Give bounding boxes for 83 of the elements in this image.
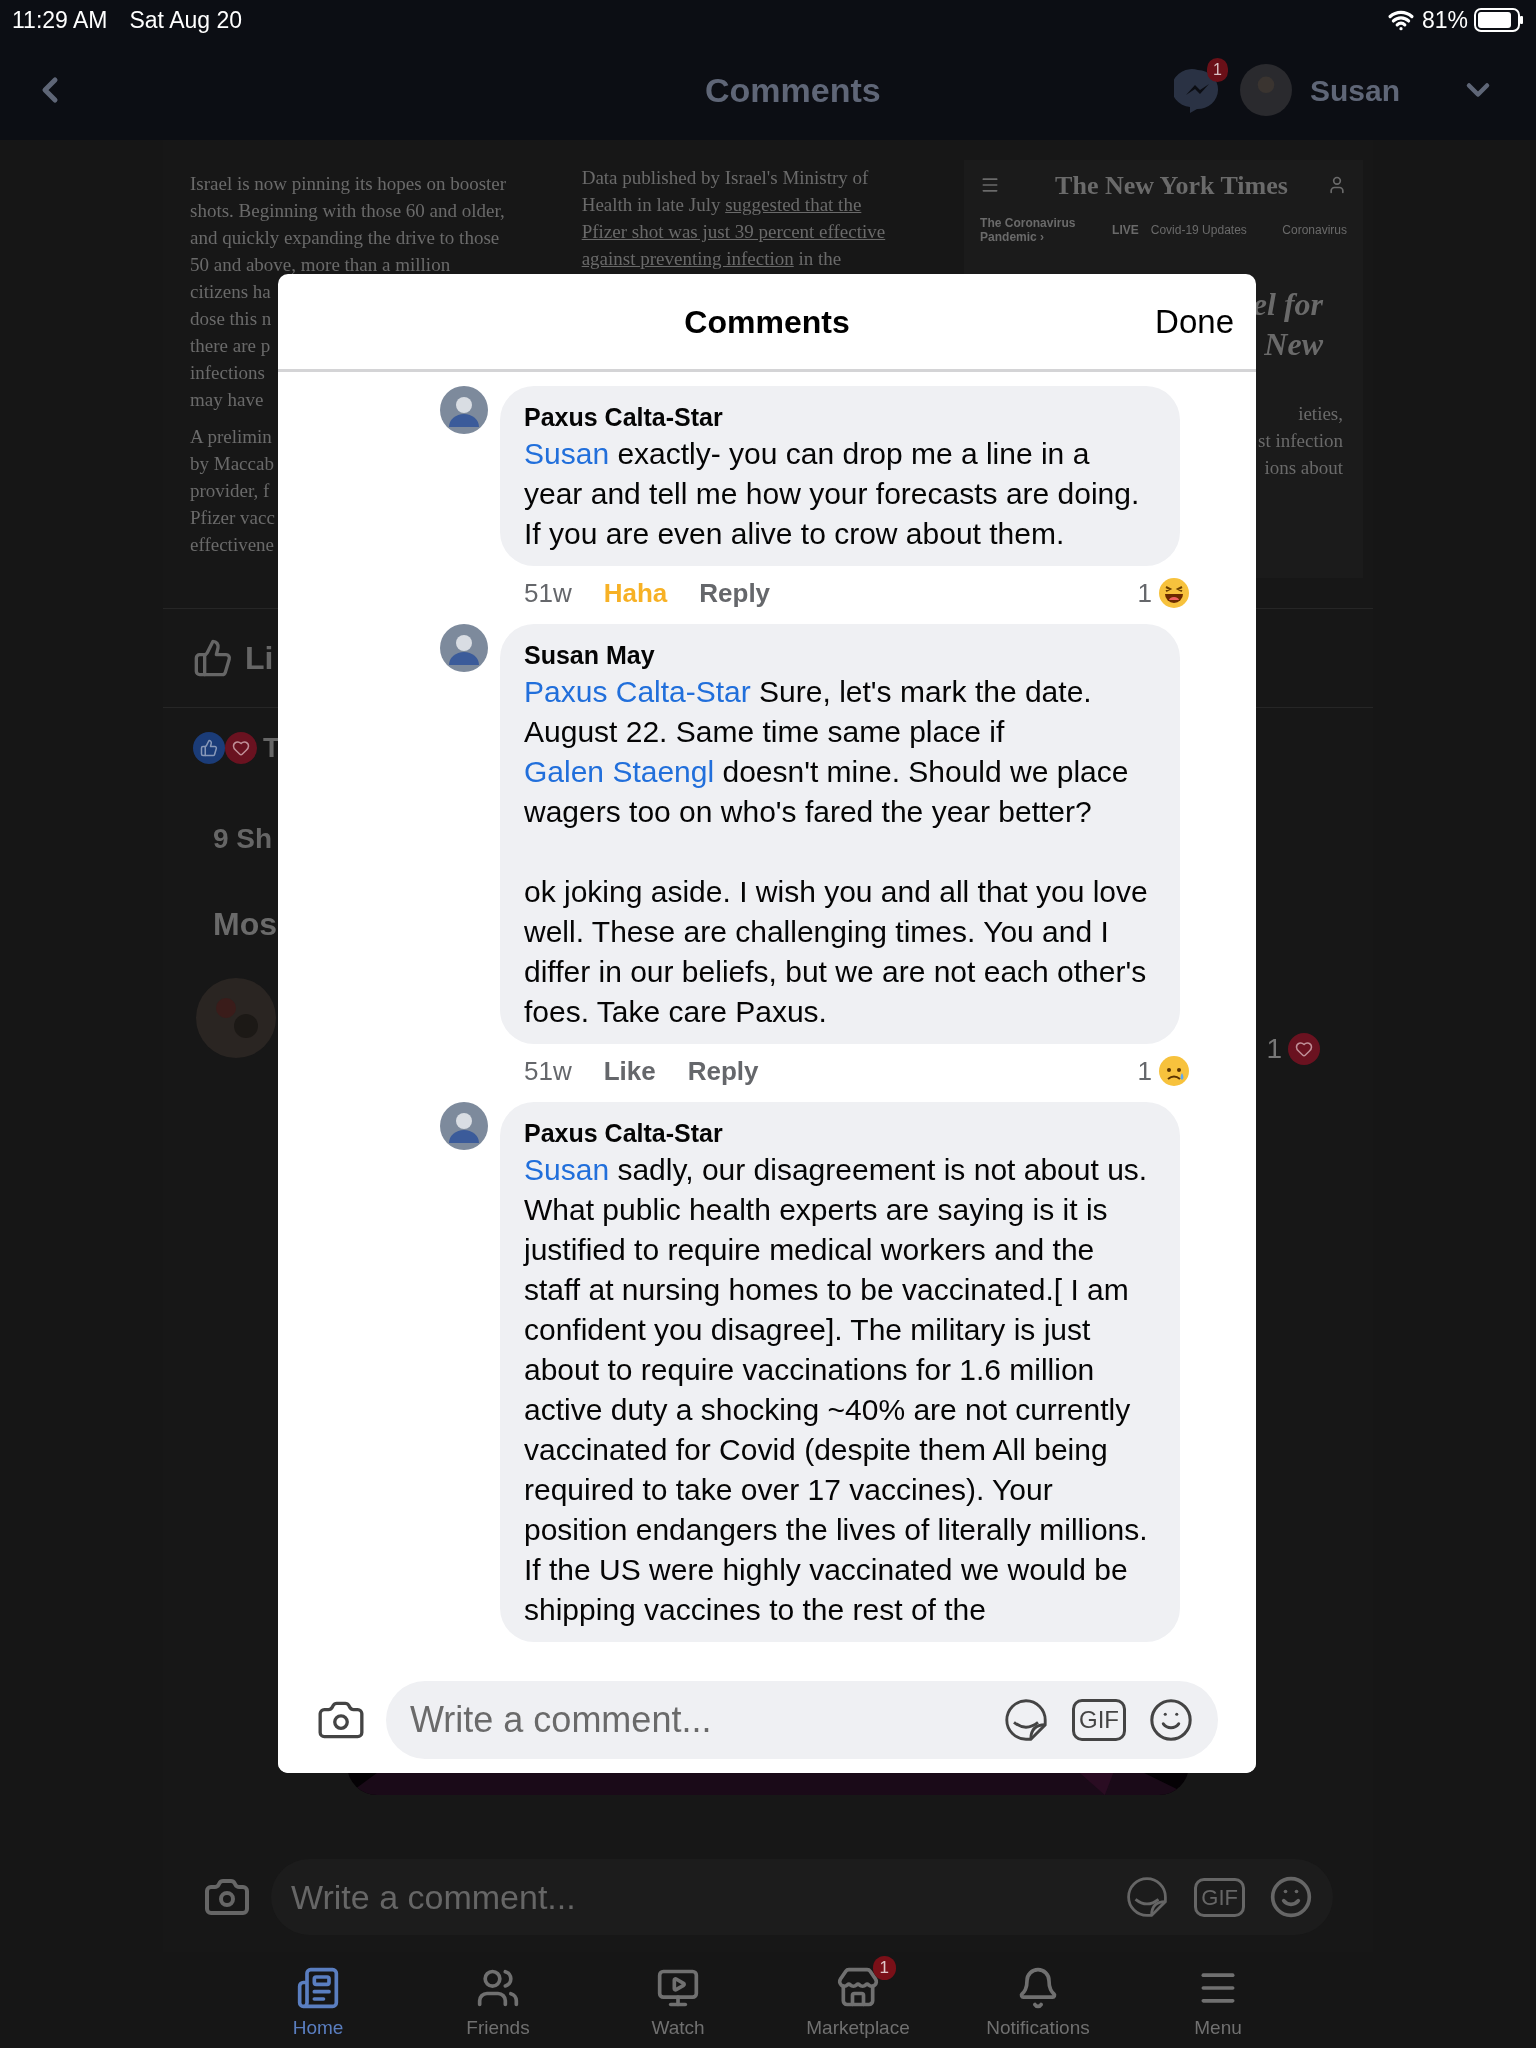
comment-age: 51w — [524, 1054, 572, 1088]
tab-bar-item[interactable]: Friends — [440, 1952, 556, 2042]
article-text: shots. Beginning with those 60 and older, — [190, 199, 505, 223]
gif-button[interactable]: GIF — [1194, 1877, 1245, 1917]
article-text: A prelimin — [190, 425, 272, 449]
comment-age: 51w — [524, 576, 572, 610]
reaction-button[interactable]: Haha — [603, 573, 668, 613]
like-action[interactable]: Li — [245, 634, 274, 682]
comment-text: ok joking aside. I wish you and all that you love well. These are challenging times. You and I differ in our beliefs, but we are not each other's foes. Take care Paxus. — [524, 874, 1149, 1030]
article-text: dose this n — [190, 307, 272, 331]
reaction-button[interactable]: Like — [603, 1051, 656, 1091]
article-text: st infection — [1258, 429, 1343, 453]
comment-text: Susan sadly, our disagreement is not about us. What public health experts are saying is it is justified to require medical workers and the staff at nursing homes to be vaccinated.[ I am confident you disagree]. The military is just about to require vaccinations for 1.6 million active duty a shocking ~40% are not currently vaccinated for Covid (despite them All being required to take over 17 vaccines). Your position endangers the lives of literally millions. If the US were highly vaccinated we would be shipping vaccines to the rest of the — [524, 1152, 1149, 1628]
battery-icon — [1474, 8, 1524, 32]
done-button[interactable]: Done — [1155, 296, 1234, 347]
mention-link[interactable]: Paxus Calta-Star — [524, 675, 751, 708]
user-icon[interactable] — [1327, 175, 1347, 195]
reaction-count: 1 — [1137, 576, 1152, 610]
like-icon[interactable] — [193, 638, 233, 678]
article-text: 50 and above, more than a million — [190, 253, 451, 277]
mention-link[interactable]: Susan — [524, 437, 610, 470]
article-text: infections — [190, 361, 265, 385]
comment-author[interactable]: Paxus Calta-Star — [524, 1116, 1156, 1150]
newspaper-logo: The New York Times — [1055, 171, 1288, 199]
live-label: LIVE — [1112, 221, 1139, 239]
section-heading: Mos — [213, 905, 277, 944]
article-text: ieties, — [1298, 402, 1343, 426]
reply-button[interactable]: Reply — [687, 1051, 759, 1091]
article-text: Health in late July — [581, 193, 722, 217]
article-text: may have — [190, 388, 264, 412]
article-text: Pfizer vacc — [190, 506, 275, 530]
article-text: there are p — [190, 334, 271, 358]
article-text: by Maccab — [190, 452, 274, 476]
page-title: Comments — [705, 69, 881, 111]
avatar — [440, 624, 488, 672]
reply-button[interactable]: Reply — [699, 573, 771, 613]
nav-link[interactable]: Coronavirus — [1282, 216, 1347, 244]
comment-author[interactable]: Susan May — [524, 638, 1156, 672]
gif-button[interactable]: GIF — [1072, 1699, 1126, 1741]
profile-name[interactable]: Susan — [1309, 67, 1400, 113]
article-text: provider, f — [190, 479, 270, 503]
mention-link[interactable]: Galen Staengl — [524, 755, 715, 788]
status-date: Sat Aug 20 — [129, 5, 243, 35]
article-text: effectivene — [190, 533, 275, 557]
nav-link[interactable]: Covid-19 Updates — [1150, 216, 1247, 244]
article-link[interactable]: Pfizer shot was just 39 percent effective — [581, 218, 886, 245]
article-text: Israel is now pinning its hopes on booster — [190, 172, 507, 196]
article-link[interactable]: suggested that the — [725, 191, 862, 218]
mention-link[interactable]: Susan — [524, 1153, 610, 1186]
news-feed-icon — [296, 1965, 340, 2010]
article-text: citizens ha — [190, 280, 271, 304]
article-text: Data published by Israel's Ministry of — [581, 166, 869, 190]
notification-badge: 1 — [872, 1955, 896, 1980]
section-link[interactable]: The Coronavirus Pandemic › — [980, 216, 1101, 244]
love-reaction-icon — [1288, 1033, 1320, 1065]
comment-text: Paxus Calta-Star Sure, let's mark the date. August 22. Same time same place if Galen Staengl doesn't mine. Should we place wagers too on who's fared the year better? — [524, 674, 1130, 830]
article-text: ions about — [1264, 456, 1343, 480]
reaction-count: 1 — [1266, 1032, 1282, 1066]
comment-text: Susan exactly- you can drop me a line in a year and tell me how your forecasts are doing. If you are even alive to crow about them. — [524, 436, 1141, 552]
tab-bar-item[interactable]: Watch — [620, 1952, 736, 2042]
emoji-icon[interactable] — [1148, 1697, 1194, 1743]
notification-badge: 1 — [1207, 58, 1228, 82]
comment-field[interactable]: Write a comment... GIF — [386, 1681, 1218, 1759]
headline-text: New — [1264, 325, 1323, 364]
article-text: and quickly expanding the drive to those — [190, 226, 500, 250]
tab-bar-item[interactable]: Notifications — [980, 1952, 1096, 2042]
sticker-icon[interactable] — [1002, 1696, 1050, 1744]
reaction-count: 1 — [1137, 1054, 1152, 1088]
avatar — [440, 1102, 488, 1150]
battery-percent: 81% — [1421, 5, 1468, 35]
tab-bar-item[interactable]: Home — [260, 1952, 376, 2042]
love-reaction-icon — [225, 732, 257, 764]
dialog-title: Comments — [684, 302, 850, 342]
tab-bar-item[interactable]: Menu — [1160, 1952, 1276, 2042]
status-time: 11:29 AM — [12, 5, 108, 35]
avatar — [440, 386, 488, 434]
shares-count[interactable]: 9 Sh — [213, 818, 273, 860]
comment-field[interactable]: Write a comment... GIF — [271, 1859, 1333, 1935]
article-text: in the — [797, 247, 842, 271]
like-reaction-icon — [193, 732, 225, 764]
article-link[interactable]: against preventing infection — [581, 245, 794, 272]
comment-author[interactable]: Paxus Calta-Star — [524, 400, 1156, 434]
tab-bar-item[interactable]: 1 Marketplace — [800, 1952, 916, 2042]
